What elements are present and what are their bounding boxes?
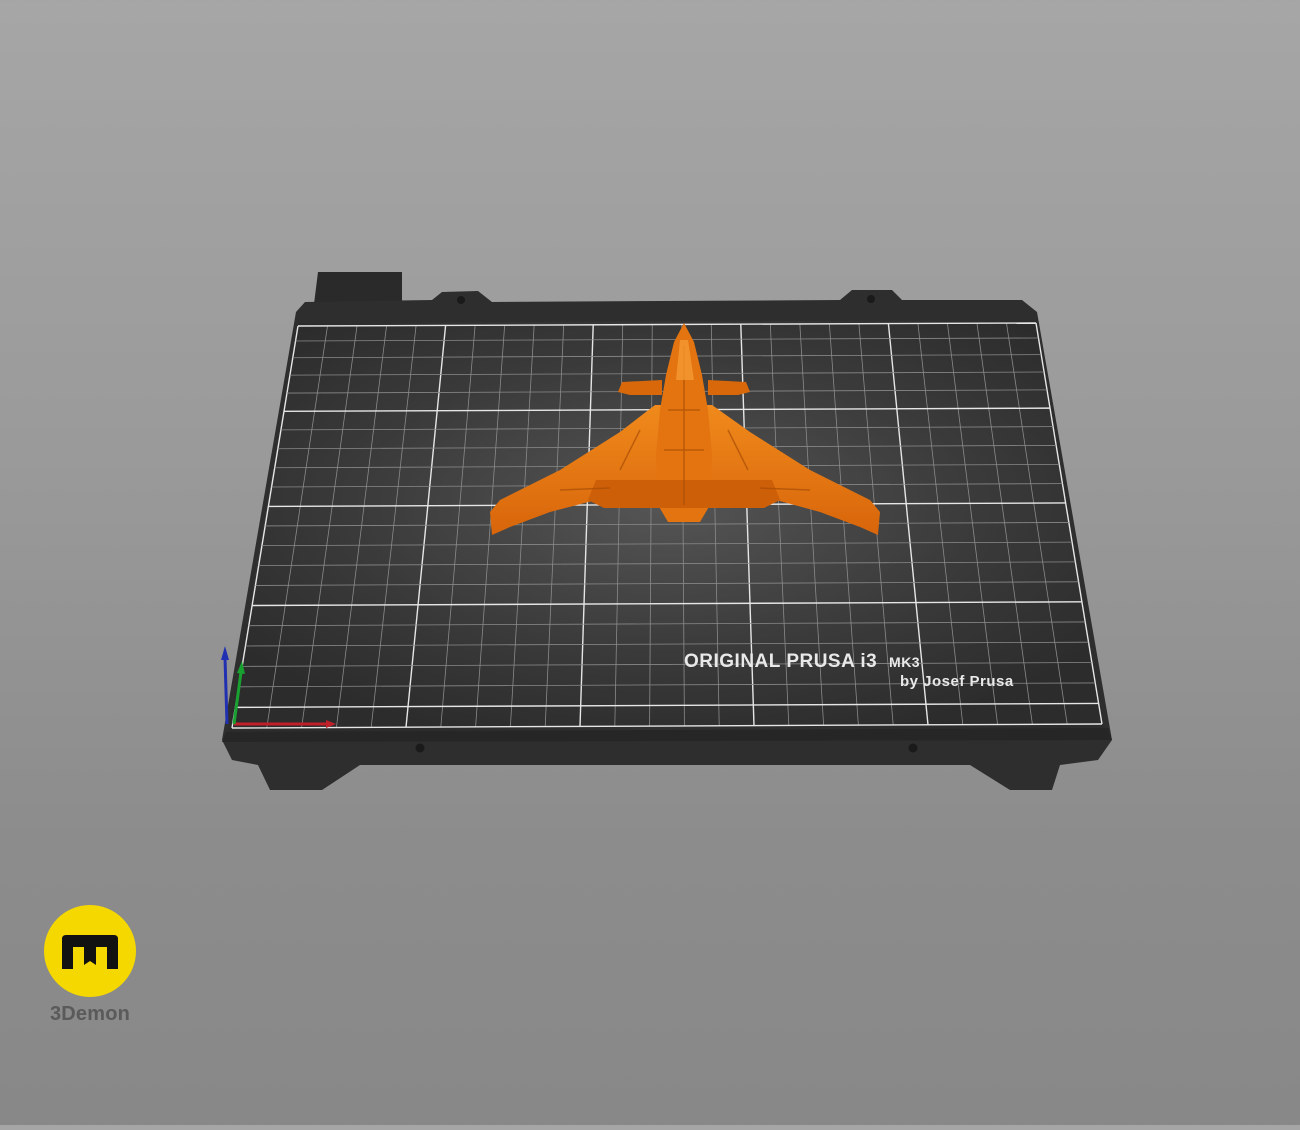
- model-canard-right: [708, 380, 750, 395]
- bed-brand-line2: by Josef Prusa: [900, 673, 1014, 690]
- 3d-viewport[interactable]: ORIGINAL PRUSA i3 MK3 by Josef Prusa: [0, 0, 1300, 1125]
- axis-z: [223, 657, 229, 725]
- brand-logo: 3Demon: [40, 905, 140, 1030]
- bed-brand-suffix: MK3: [889, 654, 920, 670]
- bed-bolt-hole: [415, 743, 425, 753]
- bed-connector-tab: [314, 272, 402, 304]
- print-bed: [222, 272, 1112, 790]
- axis-z-arrow: [221, 646, 229, 660]
- logo-text: 3Demon: [49, 1003, 131, 1025]
- model-canard-left: [618, 380, 662, 395]
- 3demon-logo-icon: [44, 905, 136, 997]
- bed-bolt-hole: [908, 743, 918, 753]
- scene-svg[interactable]: ORIGINAL PRUSA i3 MK3 by Josef Prusa: [0, 0, 1300, 1125]
- bed-bolt-hole: [867, 295, 875, 303]
- bed-brand-line1: ORIGINAL PRUSA i3: [684, 651, 877, 672]
- bed-bolt-hole: [457, 296, 465, 304]
